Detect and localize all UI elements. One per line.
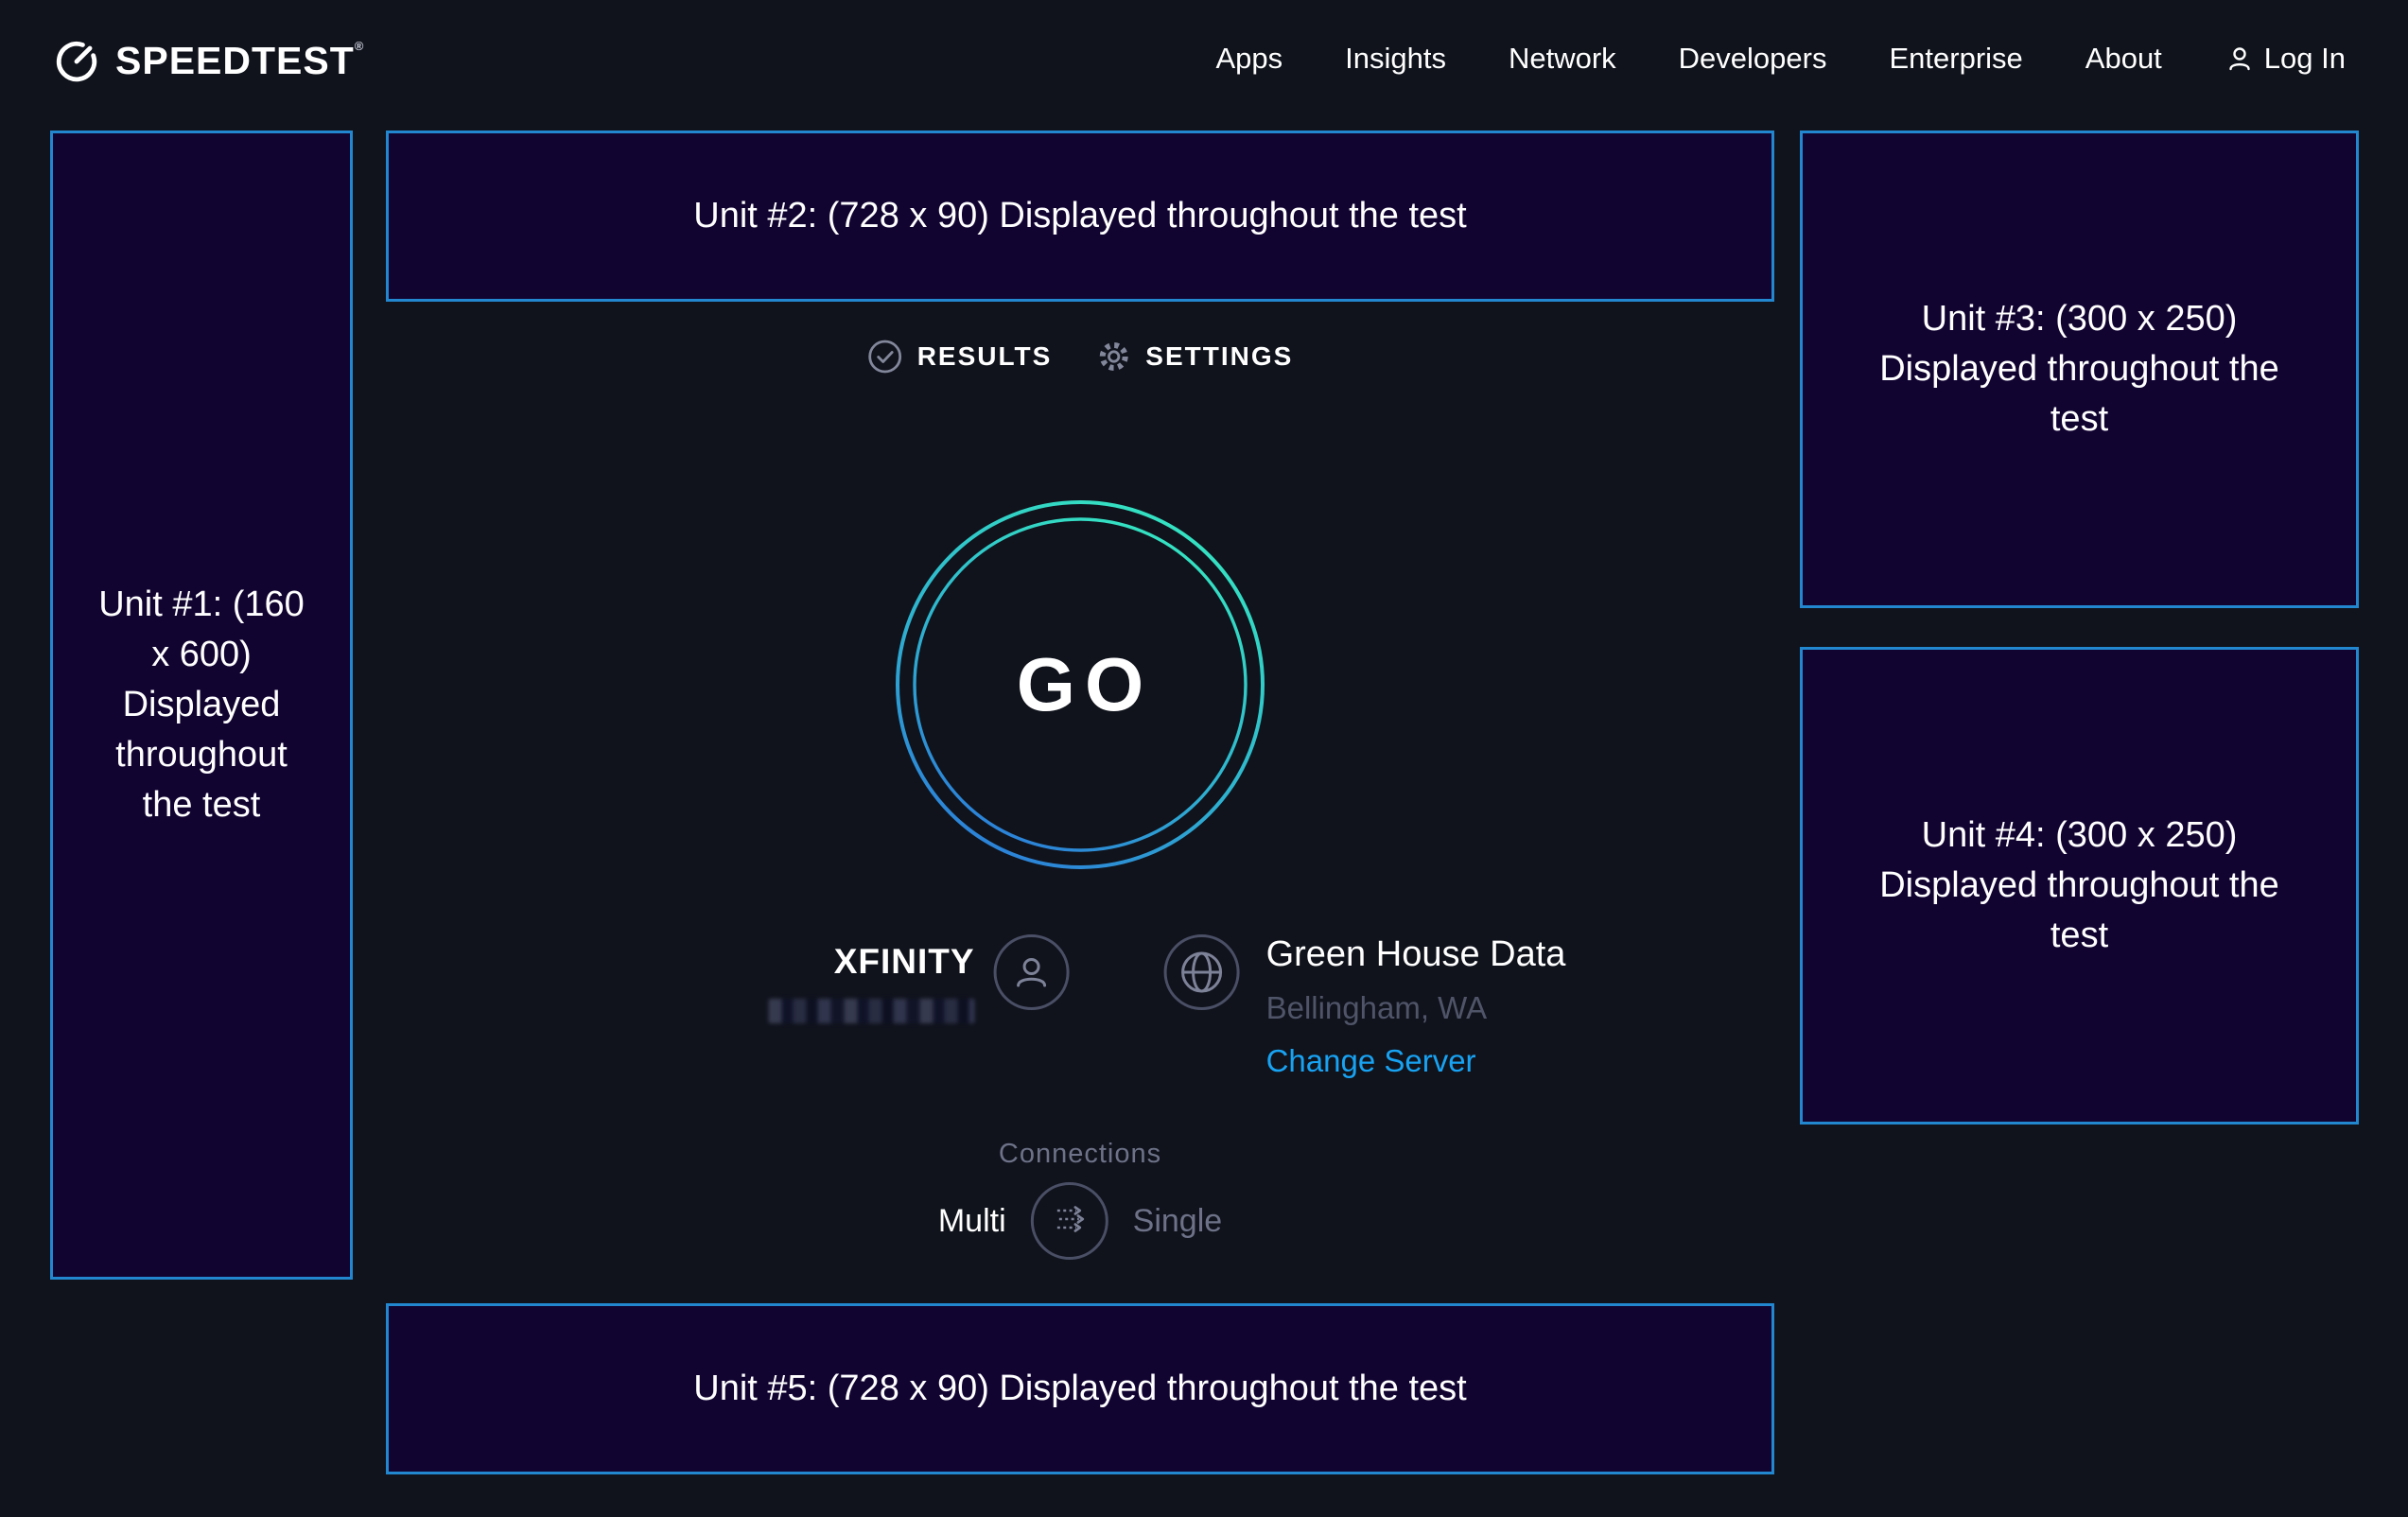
nav-item-developers[interactable]: Developers (1679, 42, 1827, 76)
tab-settings[interactable]: SETTINGS (1095, 339, 1293, 375)
tab-results-label: RESULTS (917, 341, 1053, 372)
multi-arrows-icon (1048, 1197, 1091, 1246)
nav-links: Apps Insights Network Developers Enterpr… (1215, 42, 2346, 76)
ad-unit-5-label: Unit #5: (728 x 90) Displayed throughout… (693, 1364, 1466, 1414)
isp-name: XFINITY (769, 942, 975, 982)
nav-item-network[interactable]: Network (1509, 42, 1616, 76)
connections-option-single[interactable]: Single (1133, 1203, 1223, 1240)
ad-unit-2[interactable]: Unit #2: (728 x 90) Displayed throughout… (386, 131, 1774, 302)
ad-unit-2-label: Unit #2: (728 x 90) Displayed throughout… (693, 191, 1466, 241)
ip-address-redacted (769, 999, 975, 1023)
check-circle-icon (867, 339, 903, 375)
connections-toggle[interactable] (1031, 1182, 1108, 1260)
ad-unit-1[interactable]: Unit #1: (160 x 600) Displayed throughou… (50, 131, 353, 1280)
ad-unit-4-label: Unit #4: (300 x 250) Displayed throughou… (1872, 811, 2288, 962)
gear-icon (1095, 339, 1131, 375)
ad-unit-3[interactable]: Unit #3: (300 x 250) Displayed throughou… (1800, 131, 2359, 608)
connection-info-row: XFINITY Green House Data Bellingham, WA … (769, 934, 1566, 1079)
ad-unit-4[interactable]: Unit #4: (300 x 250) Displayed throughou… (1800, 647, 2359, 1125)
tab-bar: RESULTS SETTINGS (867, 339, 1294, 375)
nav-item-about[interactable]: About (2085, 42, 2162, 76)
tab-results[interactable]: RESULTS (867, 339, 1053, 375)
server-location: Bellingham, WA (1266, 990, 1566, 1026)
login-button[interactable]: Log In (2225, 42, 2346, 76)
connections-option-multi[interactable]: Multi (938, 1203, 1006, 1240)
go-button[interactable]: GO (895, 499, 1265, 870)
login-label: Log In (2264, 42, 2346, 76)
logo-text: SPEEDTEST® (115, 42, 364, 80)
isp-info: XFINITY (769, 934, 1070, 1023)
nav-item-enterprise[interactable]: Enterprise (1889, 42, 2022, 76)
connections-label: Connections (999, 1139, 1161, 1170)
globe-circle-icon (1164, 934, 1240, 1010)
ad-unit-3-label: Unit #3: (300 x 250) Displayed throughou… (1872, 294, 2288, 445)
logo-trademark: ® (355, 39, 365, 53)
nav-item-insights[interactable]: Insights (1345, 42, 1446, 76)
server-info: Green House Data Bellingham, WA Change S… (1164, 934, 1566, 1079)
ad-unit-1-label: Unit #1: (160 x 600) Displayed throughou… (93, 580, 310, 831)
top-nav: SPEEDTEST® Apps Insights Network Develop… (0, 0, 2408, 117)
server-name: Green House Data (1266, 934, 1566, 975)
change-server-link[interactable]: Change Server (1266, 1043, 1566, 1079)
nav-item-apps[interactable]: Apps (1215, 42, 1283, 76)
tab-settings-label: SETTINGS (1145, 341, 1293, 372)
speedometer-icon (53, 34, 100, 83)
go-label: GO (895, 499, 1265, 870)
connections-toggle-row: Multi Single (938, 1182, 1222, 1260)
user-circle-icon (994, 934, 1070, 1010)
ad-unit-5[interactable]: Unit #5: (728 x 90) Displayed throughout… (386, 1303, 1774, 1474)
speedtest-logo[interactable]: SPEEDTEST® (53, 34, 364, 83)
person-icon (2225, 44, 2255, 74)
